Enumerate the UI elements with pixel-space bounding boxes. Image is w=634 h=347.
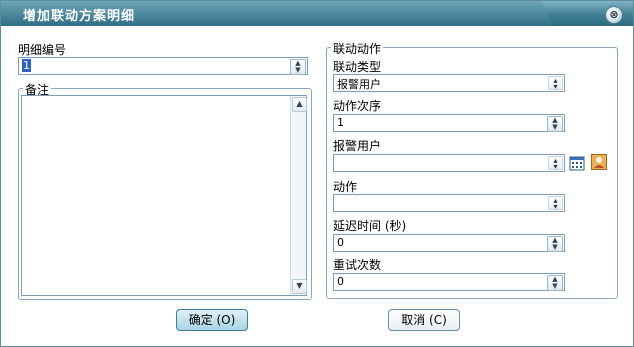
retry-count-field[interactable]: 0 ▲ ▼	[333, 273, 565, 291]
detail-number-label: 明细编号	[18, 43, 67, 57]
linkage-type-value: 报警用户	[337, 78, 381, 91]
action-order-label: 动作次序	[333, 99, 382, 113]
user-lookup-icon[interactable]	[591, 154, 607, 170]
remarks-group: 备注 ▲ ▼	[18, 81, 312, 300]
action-order-field[interactable]: 1 ▲ ▼	[333, 114, 565, 132]
delay-time-value: 0	[337, 236, 344, 249]
linkage-action-group: 联动动作 联动类型 报警用户 ▴ ▾ 动作次序 1 ▲ ▼ 报警用户 ▴ ▾ 动…	[326, 40, 618, 299]
action-order-value: 1	[337, 116, 344, 129]
delay-time-label: 延迟时间 (秒)	[333, 219, 407, 233]
dialog-body: 明细编号 1 ▲ ▼ 备注 ▲ ▼ 联动动作 联动类型 报警用户 ▴ ▾ 动作次…	[1, 26, 633, 346]
retry-count-spinner[interactable]: ▲ ▼	[547, 275, 563, 291]
scroll-up-icon[interactable]: ▲	[292, 97, 307, 112]
chevron-updown-icon[interactable]: ▴ ▾	[548, 156, 563, 171]
retry-count-label: 重试次数	[333, 258, 382, 272]
retry-count-value: 0	[337, 275, 344, 288]
detail-number-field[interactable]: 1 ▲ ▼	[18, 57, 308, 75]
linkage-type-select[interactable]: 报警用户 ▴ ▾	[333, 74, 565, 92]
title-bar[interactable]: 增加联动方案明细 ⊗	[1, 1, 633, 26]
close-button[interactable]: ⊗	[605, 6, 623, 24]
remarks-scrollbar[interactable]: ▲ ▼	[290, 96, 307, 295]
scroll-down-icon[interactable]: ▼	[292, 279, 307, 294]
action-select[interactable]: ▴ ▾	[333, 194, 565, 212]
window-title: 增加联动方案明细	[23, 9, 136, 24]
alarm-user-select[interactable]: ▴ ▾	[333, 154, 565, 172]
action-label: 动作	[333, 180, 358, 194]
cancel-button[interactable]: 取消 (C)	[388, 309, 460, 331]
chevron-updown-icon[interactable]: ▴ ▾	[548, 196, 563, 211]
delay-time-spinner[interactable]: ▲ ▼	[547, 236, 563, 252]
detail-number-spinner[interactable]: ▲ ▼	[290, 59, 306, 75]
chevron-updown-icon[interactable]: ▴ ▾	[548, 76, 563, 91]
linkage-type-label: 联动类型	[333, 60, 382, 74]
dialog-window: 增加联动方案明细 ⊗ 明细编号 1 ▲ ▼ 备注 ▲ ▼ 联动动作 联动类型 报…	[0, 0, 634, 347]
calendar-icon[interactable]	[569, 155, 585, 171]
detail-number-value: 1	[22, 59, 31, 72]
delay-time-field[interactable]: 0 ▲ ▼	[333, 234, 565, 252]
remarks-textarea[interactable]: ▲ ▼	[21, 95, 307, 296]
alarm-user-label: 报警用户	[333, 139, 382, 153]
ok-button[interactable]: 确定 (O)	[176, 309, 248, 331]
linkage-action-label: 联动动作	[331, 40, 384, 57]
action-order-spinner[interactable]: ▲ ▼	[547, 116, 563, 132]
